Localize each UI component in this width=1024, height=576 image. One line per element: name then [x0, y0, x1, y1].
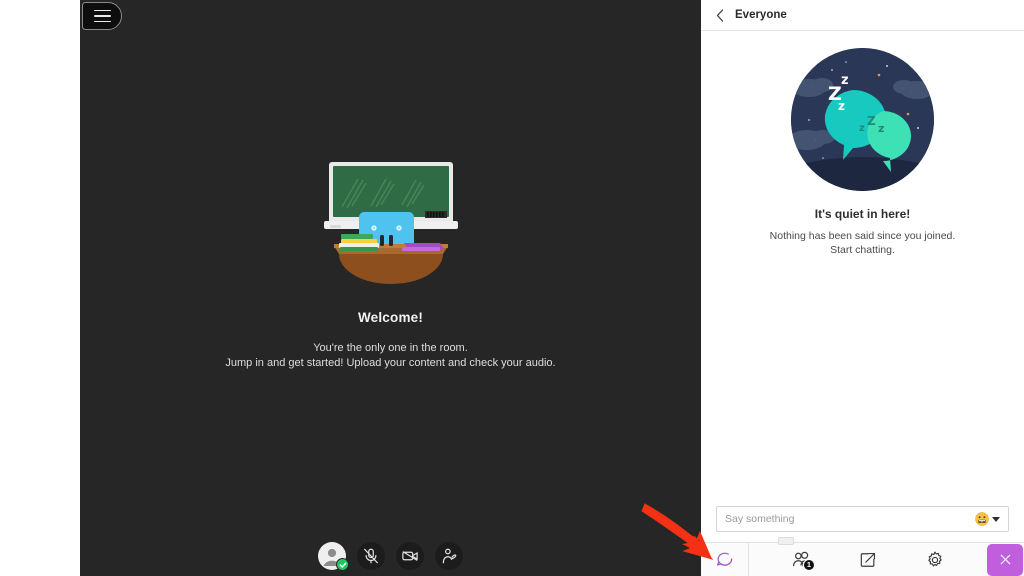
- stage-toolbar: [80, 542, 701, 571]
- microphone-muted-icon: [364, 548, 378, 564]
- camera-off-button[interactable]: [396, 542, 424, 570]
- app-window: Welcome! You're the only one in the room…: [0, 0, 1024, 576]
- chat-composer-wrap: [701, 506, 1024, 542]
- chat-empty-state: Z z z z Z z It's quiet in here! Nothing …: [701, 31, 1024, 506]
- svg-text:z: z: [859, 123, 865, 134]
- svg-text:Z: Z: [867, 114, 876, 128]
- camera-disabled-icon: [402, 551, 418, 561]
- chat-message-input[interactable]: [717, 513, 975, 525]
- svg-text:z: z: [878, 122, 884, 135]
- empty-state-subtitle: Nothing has been said since you joined. …: [770, 229, 956, 257]
- welcome-block: Welcome! You're the only one in the room…: [80, 0, 701, 540]
- microphone-mute-button[interactable]: [357, 542, 385, 570]
- emoji-picker-button[interactable]: [975, 512, 1008, 526]
- left-gutter: [0, 0, 80, 576]
- svg-text:z: z: [838, 99, 845, 113]
- close-panel-button[interactable]: [987, 543, 1023, 576]
- chat-panel-header: Everyone: [701, 0, 1024, 31]
- chat-composer: [716, 506, 1009, 532]
- raise-hand-button[interactable]: [435, 542, 463, 570]
- online-status-badge: [336, 558, 349, 571]
- empty-state-line-1: Nothing has been said since you joined.: [769, 230, 956, 242]
- gear-icon: [928, 551, 942, 566]
- chat-tab-button[interactable]: [701, 542, 749, 576]
- back-chevron-icon[interactable]: [715, 8, 725, 22]
- share-button[interactable]: [853, 545, 883, 575]
- svg-text:z: z: [841, 73, 849, 88]
- chat-bottom-bar: 1: [701, 537, 1024, 576]
- chat-bottom-icons: 1: [749, 543, 987, 576]
- participants-button[interactable]: 1: [786, 545, 816, 575]
- empty-state-title: It's quiet in here!: [814, 207, 911, 221]
- participants-count-badge: 1: [803, 558, 815, 571]
- chat-panel: Everyone Z z z z Z z It's quiet in here!…: [701, 0, 1024, 576]
- grinning-emoji-icon: [975, 512, 989, 526]
- share-export-icon: [860, 552, 876, 567]
- main-stage: Welcome! You're the only one in the room…: [80, 0, 701, 576]
- raise-hand-icon: [442, 548, 457, 564]
- chevron-down-icon: [992, 516, 1000, 522]
- user-avatar-button[interactable]: [318, 542, 349, 571]
- chat-panel-title: Everyone: [735, 9, 787, 21]
- close-icon: [1000, 554, 1010, 565]
- check-icon: [339, 562, 346, 568]
- welcome-subtitle: You're the only one in the room. Jump in…: [225, 341, 555, 371]
- welcome-line-1: You're the only one in the room.: [313, 342, 468, 354]
- settings-button[interactable]: [920, 545, 950, 575]
- welcome-line-2: Jump in and get started! Upload your con…: [225, 357, 556, 369]
- empty-state-line-2: Start chatting.: [830, 244, 895, 256]
- welcome-title: Welcome!: [357, 310, 424, 325]
- chat-bubble-icon: [716, 552, 733, 566]
- classroom-illustration: [323, 162, 458, 284]
- sleeping-chat-bubbles-illustration: Z z z z Z z: [791, 48, 934, 191]
